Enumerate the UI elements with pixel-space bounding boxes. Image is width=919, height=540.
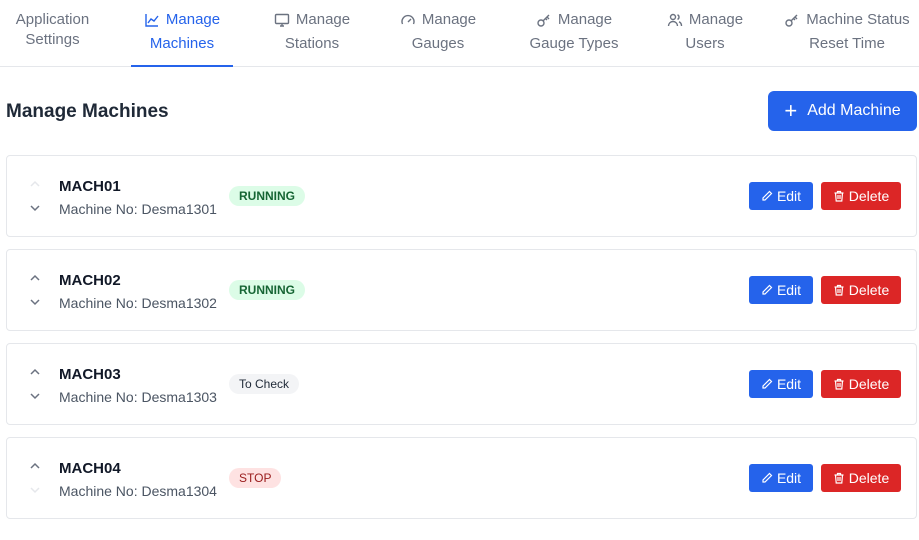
tab-manage-gauges[interactable]: Manage Gauges	[388, 0, 488, 67]
edit-label: Edit	[776, 376, 802, 392]
delete-label: Delete	[848, 470, 890, 486]
tab-label-line2: Gauges	[411, 35, 465, 52]
machine-card: MACH02 Machine No: Desma1302 RUNNING Edi…	[6, 249, 917, 331]
add-machine-label: Add Machine	[807, 102, 901, 119]
trash-icon	[834, 284, 844, 296]
tab-label-line1: Manage	[421, 11, 477, 28]
pencil-icon	[762, 190, 773, 201]
delete-button[interactable]: Delete	[821, 276, 901, 304]
edit-button[interactable]: Edit	[749, 370, 813, 398]
edit-button[interactable]: Edit	[749, 182, 813, 210]
tab-application-settings[interactable]: Application Settings	[0, 0, 105, 67]
machine-name: MACH04	[59, 460, 121, 477]
pencil-icon	[762, 284, 773, 295]
status-badge: RUNNING	[229, 186, 305, 206]
tab-label-line2: Machines	[149, 35, 215, 52]
tab-manage-stations[interactable]: Manage Stations	[260, 0, 364, 67]
machine-card: MACH04 Machine No: Desma1304 STOP Edit D…	[6, 437, 917, 519]
machine-name: MACH03	[59, 366, 121, 383]
tab-label-line1: Application	[15, 11, 90, 28]
trash-icon	[834, 190, 844, 202]
tab-label-line2: Users	[685, 35, 725, 52]
tab-label-line2: Stations	[284, 35, 340, 52]
machine-card: MACH01 Machine No: Desma1301 RUNNING Edi…	[6, 155, 917, 237]
chevron-up-icon[interactable]	[29, 460, 41, 472]
edit-label: Edit	[776, 282, 802, 298]
tab-label-line1: Manage	[688, 11, 744, 28]
tab-label-line1: Manage	[557, 11, 613, 28]
status-badge: RUNNING	[229, 280, 305, 300]
page-title: Manage Machines	[6, 101, 169, 122]
chevron-down-icon[interactable]	[29, 296, 41, 308]
delete-button[interactable]: Delete	[821, 464, 901, 492]
monitor-icon	[274, 13, 290, 27]
edit-label: Edit	[776, 188, 802, 204]
trash-icon	[834, 378, 844, 390]
tab-manage-gauge-types[interactable]: Manage Gauge Types	[520, 0, 628, 67]
gauge-icon	[401, 14, 415, 25]
chart-icon	[145, 14, 159, 27]
machine-number: Machine No: Desma1304	[59, 483, 217, 499]
tab-manage-machines[interactable]: Manage Machines	[131, 0, 233, 67]
status-badge: To Check	[229, 374, 300, 394]
chevron-up-icon[interactable]	[29, 366, 41, 378]
tab-machine-status-reset-time[interactable]: Machine Status Reset Time	[780, 0, 914, 67]
delete-button[interactable]: Delete	[821, 182, 901, 210]
chevron-down-icon[interactable]	[29, 484, 41, 496]
pencil-icon	[762, 378, 773, 389]
tab-label-line2: Gauge Types	[529, 35, 619, 52]
machine-number: Machine No: Desma1303	[59, 389, 217, 405]
machine-name: MACH02	[59, 272, 121, 289]
machine-card: MACH03 Machine No: Desma1303 To Check Ed…	[6, 343, 917, 425]
trash-icon	[834, 472, 844, 484]
chevron-down-icon[interactable]	[29, 390, 41, 402]
delete-label: Delete	[848, 282, 890, 298]
chevron-up-icon[interactable]	[29, 178, 41, 190]
pencil-icon	[762, 472, 773, 483]
edit-button[interactable]: Edit	[749, 276, 813, 304]
tab-label-line2: Reset Time	[809, 35, 885, 52]
tab-label-line1: Manage	[295, 11, 351, 28]
tab-manage-users[interactable]: Manage Users	[660, 0, 750, 67]
users-icon	[667, 13, 683, 27]
tab-label-line2: Settings	[25, 31, 80, 48]
key-icon	[785, 14, 798, 27]
chevron-up-icon[interactable]	[29, 272, 41, 284]
machine-number: Machine No: Desma1302	[59, 295, 217, 311]
delete-button[interactable]: Delete	[821, 370, 901, 398]
key-icon	[537, 14, 550, 27]
edit-button[interactable]: Edit	[749, 464, 813, 492]
chevron-down-icon[interactable]	[29, 202, 41, 214]
delete-label: Delete	[848, 188, 890, 204]
tab-label-line1: Machine Status	[806, 11, 910, 28]
tab-bar: Application Settings Manage Machines Man…	[0, 0, 919, 67]
machine-name: MACH01	[59, 178, 121, 195]
machine-number: Machine No: Desma1301	[59, 201, 217, 217]
status-badge: STOP	[229, 468, 282, 488]
tab-label-line1: Manage	[165, 11, 221, 28]
delete-label: Delete	[848, 376, 890, 392]
edit-label: Edit	[776, 470, 802, 486]
plus-icon: +	[784, 98, 798, 123]
add-machine-button[interactable]: + Add Machine	[768, 91, 917, 131]
